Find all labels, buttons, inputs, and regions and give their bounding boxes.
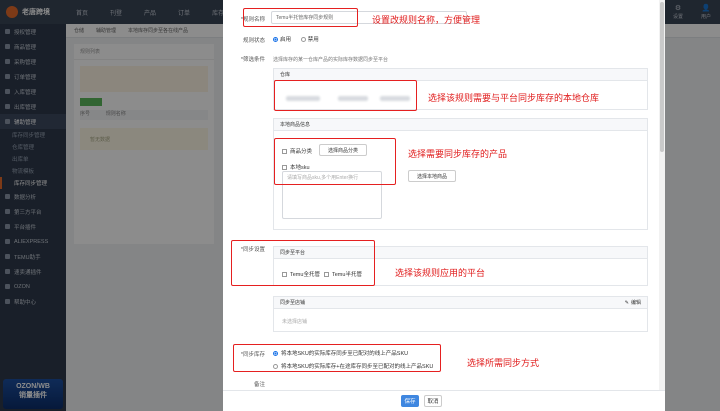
modal-scrollbar[interactable]: [659, 0, 665, 390]
store-panel-title: 同步至店铺: [274, 297, 647, 309]
annotation-name: 设置改规则名称，方便管理: [372, 15, 481, 25]
rule-status-label: 规则状态: [242, 38, 265, 44]
rule-modal: *规则名称 Temu半托管库存同步规则 规则状态 启用 禁用 *筛选条件 选择库…: [223, 0, 665, 411]
annotation-box-name: [243, 8, 358, 27]
product-panel-title: 本地商品信息: [274, 119, 647, 131]
status-disabled-radio[interactable]: 禁用: [300, 35, 319, 43]
edit-label: 编辑: [630, 300, 641, 306]
edit-icon: ✎: [624, 299, 629, 306]
choose-local-product-button[interactable]: 选择本地商品: [408, 170, 456, 182]
annotation-box-platform: [231, 240, 375, 286]
status-enabled-radio[interactable]: 启用: [273, 35, 291, 43]
cancel-button[interactable]: 取消: [424, 395, 442, 407]
radio-label: 禁用: [307, 37, 319, 43]
remark-label: 备注: [253, 382, 265, 388]
annotation-box-warehouse: [274, 80, 417, 111]
annotation-product: 选择需要同步库存的产品: [408, 149, 508, 159]
store-placeholder: 未选择店铺: [282, 319, 308, 325]
store-panel: 同步至店铺 ✎ 编辑 未选择店铺: [273, 296, 648, 332]
rule-status-group: 启用 禁用: [273, 35, 327, 44]
radio-label: 启用: [280, 37, 292, 43]
annotation-warehouse: 选择该规则需要与平台同步库存的本地仓库: [428, 93, 600, 103]
annotation-box-method: [233, 344, 441, 372]
edit-store-button[interactable]: ✎ 编辑: [624, 299, 641, 307]
modal-footer: 保存 取消: [223, 390, 665, 411]
annotation-box-product: [274, 138, 396, 185]
radio-checked-icon: [273, 36, 278, 42]
annotation-method: 选择所需同步方式: [467, 358, 540, 368]
filter-label: *筛选条件: [240, 57, 265, 63]
annotation-platform: 选择该规则应用的平台: [395, 268, 486, 278]
filter-hint: 选择库存的某一仓库产品的实际库存数据同步至平台: [273, 57, 389, 63]
scrollbar-thumb[interactable]: [660, 2, 664, 152]
save-button[interactable]: 保存: [401, 395, 419, 407]
radio-unchecked-icon: [300, 36, 306, 42]
